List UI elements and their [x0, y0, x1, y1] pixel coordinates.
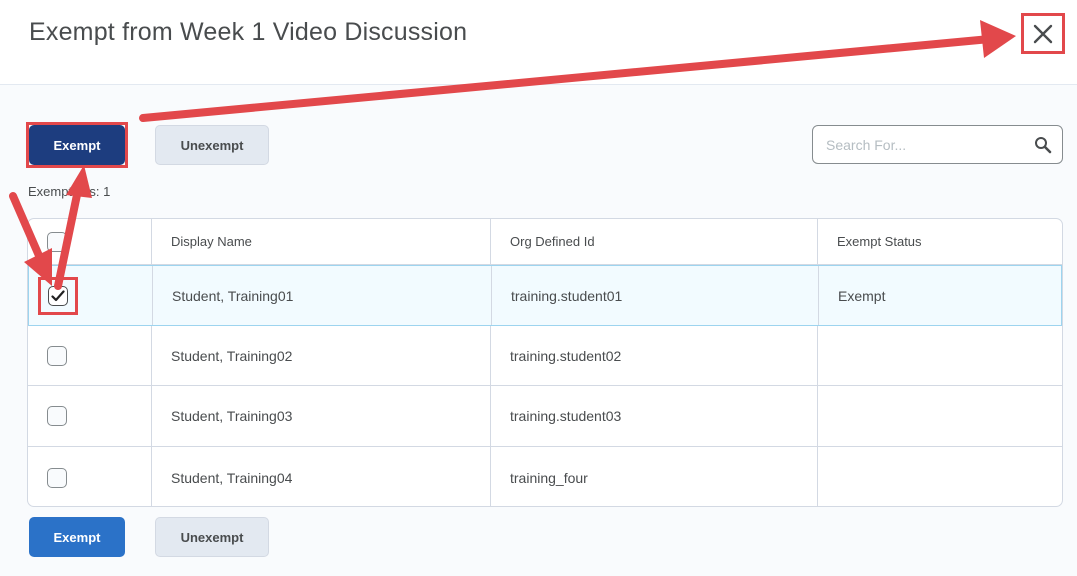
table-row[interactable]: Student, Training03 training.student03	[28, 386, 1062, 447]
table-header-row: Display Name Org Defined Id Exempt Statu…	[28, 219, 1062, 265]
row-checkbox[interactable]	[47, 406, 67, 426]
close-icon	[1033, 24, 1053, 43]
search-box	[812, 125, 1063, 164]
row-checkbox[interactable]	[47, 467, 67, 488]
unexempt-button-bottom[interactable]: Unexempt	[155, 517, 269, 557]
column-header-org-defined-id[interactable]: Org Defined Id	[490, 219, 817, 264]
search-input[interactable]	[813, 126, 1024, 163]
table-row[interactable]: Student, Training04 training_four	[28, 447, 1062, 506]
row-checkbox[interactable]	[47, 345, 67, 366]
display-name-cell: Student, Training01	[152, 266, 491, 325]
org-id-cell: training_four	[490, 447, 817, 506]
students-table: Display Name Org Defined Id Exempt Statu…	[27, 218, 1063, 507]
select-all-checkbox[interactable]	[47, 231, 67, 252]
search-button[interactable]	[1024, 126, 1062, 163]
table-row[interactable]: Student, Training02 training.student02	[28, 326, 1062, 386]
display-name-cell: Student, Training04	[151, 447, 490, 506]
exempt-status-cell	[817, 447, 1062, 506]
column-header-exempt-status: Exempt Status	[817, 219, 1062, 264]
org-id-cell: training.student02	[490, 326, 817, 385]
unexempt-button-top[interactable]: Unexempt	[155, 125, 269, 165]
org-id-cell: training.student03	[490, 386, 817, 446]
exempt-button-top[interactable]: Exempt	[29, 125, 125, 165]
display-name-cell: Student, Training03	[151, 386, 490, 446]
display-name-cell: Student, Training02	[151, 326, 490, 385]
dialog-title: Exempt from Week 1 Video Discussion	[29, 18, 468, 46]
exempt-status-cell	[817, 386, 1062, 446]
table-row[interactable]: Student, Training01 training.student01 E…	[28, 265, 1062, 326]
org-id-cell: training.student01	[491, 266, 818, 325]
search-icon	[1035, 136, 1052, 153]
exempt-status-cell	[817, 326, 1062, 385]
close-button[interactable]	[1021, 13, 1065, 54]
row-checkbox[interactable]	[48, 285, 68, 306]
exempt-status-cell: Exempt	[818, 266, 1062, 325]
exemptions-count: Exemptions: 1	[28, 184, 111, 199]
exempt-button-bottom[interactable]: Exempt	[29, 517, 125, 557]
checkmark-icon	[51, 289, 65, 301]
column-header-display-name[interactable]: Display Name	[151, 219, 490, 264]
